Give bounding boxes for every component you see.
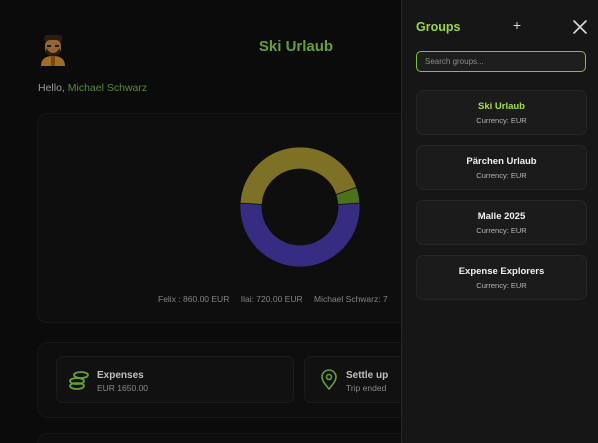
group-currency: Currency: EUR — [476, 281, 527, 290]
group-name: Pärchen Urlaub — [466, 156, 537, 167]
add-group-button[interactable]: + — [510, 17, 524, 33]
group-name: Ski Urlaub — [478, 101, 525, 112]
group-currency: Currency: EUR — [476, 171, 527, 180]
group-card-paerchen-urlaub[interactable]: Pärchen Urlaub Currency: EUR — [416, 145, 587, 190]
close-icon[interactable] — [572, 19, 588, 35]
group-currency: Currency: EUR — [476, 226, 527, 235]
group-card-expense-explorers[interactable]: Expense Explorers Currency: EUR — [416, 255, 587, 300]
group-card-ski-urlaub[interactable]: Ski Urlaub Currency: EUR — [416, 90, 587, 135]
group-name: Expense Explorers — [458, 266, 545, 277]
drawer-title: Groups — [416, 20, 461, 34]
groups-drawer: Groups + Ski Urlaub Currency: EUR Pärche… — [401, 0, 598, 443]
search-groups-input[interactable] — [416, 51, 586, 72]
group-name: Malle 2025 — [477, 211, 526, 222]
group-card-malle-2025[interactable]: Malle 2025 Currency: EUR — [416, 200, 587, 245]
group-currency: Currency: EUR — [476, 116, 527, 125]
